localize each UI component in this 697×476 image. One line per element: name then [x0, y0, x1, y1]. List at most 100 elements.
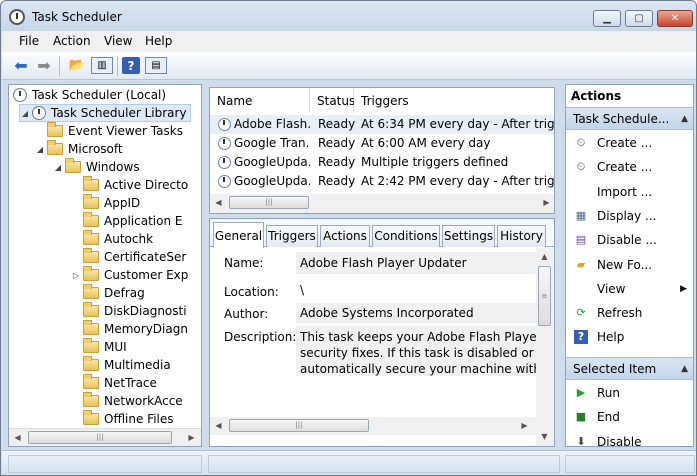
tab-triggers[interactable]: Triggers [266, 225, 318, 247]
tree-node-folder[interactable]: MemoryDiagn [71, 320, 188, 338]
task-list-horizontal-scrollbar[interactable]: ◀ ||| ▶ [210, 194, 554, 213]
scroll-left-icon[interactable]: ◀ [210, 417, 227, 434]
run-icon: ▶ [576, 386, 586, 399]
show-hide-action-pane-icon[interactable]: ▤ [145, 57, 167, 74]
collapse-icon[interactable]: ▲ [681, 358, 688, 381]
action-item[interactable]: Import ... [566, 181, 693, 203]
tree-node-folder[interactable]: Multimedia [71, 356, 171, 374]
action-item[interactable]: View ▶ [566, 278, 693, 300]
action-item[interactable]: ■ End [566, 406, 693, 428]
tree-node-folder[interactable]: NetTrace [71, 374, 157, 392]
folder-icon [83, 194, 99, 209]
menu-action[interactable]: Action [53, 34, 91, 48]
action-item[interactable]: ▦ Display ... [566, 205, 693, 227]
tree-node-folder[interactable]: Offline Files [71, 410, 174, 428]
tab-general[interactable]: General [213, 222, 264, 248]
task-row[interactable]: Google Tran... Ready At 6:00 AM every day [210, 134, 554, 153]
scroll-up-icon[interactable]: ▲ [536, 248, 553, 265]
actions-section-selected-item[interactable]: Selected Item ▲ [566, 357, 693, 381]
action-label: Disable [597, 434, 642, 447]
scroll-down-icon[interactable]: ▼ [536, 428, 553, 445]
scroll-right-icon[interactable]: ▶ [183, 429, 200, 446]
description-field[interactable]: This task keeps your Adobe Flash Player … [296, 326, 536, 376]
menu-file[interactable]: File [19, 34, 39, 48]
author-field[interactable]: Adobe Systems Incorporated [296, 303, 536, 323]
tree-node-folder[interactable]: AppID [71, 194, 140, 212]
tree-horizontal-scrollbar[interactable]: ◀ ||| ▶ [9, 428, 201, 446]
actions-section-task-scheduler[interactable]: Task Schedule... ▲ [566, 107, 693, 131]
action-item[interactable]: ▤ Disable ... [566, 229, 693, 251]
scroll-thumb[interactable]: ||| [229, 196, 309, 209]
close-button[interactable]: ✕ [657, 10, 693, 27]
task-row[interactable]: GoogleUpda... Ready At 2:42 PM every day -… [210, 172, 554, 191]
tree-node-folder[interactable]: ◢ Microsoft [35, 140, 123, 158]
help-icon[interactable]: ? [122, 57, 140, 74]
tree-node-folder[interactable]: ◢ Windows [53, 158, 140, 176]
action-item[interactable]: ▰ New Fo... [566, 254, 693, 276]
task-row[interactable]: Adobe Flash... Ready At 6:34 PM every day … [210, 115, 554, 134]
expand-arrow-icon[interactable]: ◢ [53, 163, 63, 172]
tree-node-folder[interactable]: Event Viewer Tasks [35, 122, 183, 140]
action-item[interactable]: ⏲ Create ... [566, 132, 693, 154]
scroll-left-icon[interactable]: ◀ [210, 194, 227, 211]
status-segment [565, 455, 695, 473]
collapse-icon[interactable]: ▲ [681, 108, 688, 131]
tree-node-folder[interactable]: MUI [71, 338, 127, 356]
action-item[interactable]: ▶ Run [566, 382, 693, 404]
tree-node-folder[interactable]: Active Directo [71, 176, 188, 194]
tree-node-folder[interactable]: Application E [71, 212, 182, 230]
task-clock-icon [218, 118, 231, 131]
tab-strip: General Triggers Actions Conditions Sett… [210, 219, 554, 248]
action-item[interactable]: ⟳ Refresh [566, 302, 693, 324]
show-hide-console-tree-icon[interactable]: ▥ [91, 57, 113, 74]
detail-horizontal-scrollbar[interactable]: ◀ ||| ▶ [210, 417, 536, 435]
menu-help[interactable]: Help [145, 34, 172, 48]
action-item[interactable]: ? Help [566, 326, 693, 348]
action-item[interactable]: ⏲ Create ... [566, 156, 693, 178]
maximize-button[interactable]: ▢ [625, 10, 653, 27]
expand-arrow-icon[interactable]: ◢ [35, 145, 45, 154]
tree-node-folder[interactable]: DiskDiagnosti [71, 302, 187, 320]
tree-node-label: Offline Files [104, 412, 174, 426]
detail-vertical-scrollbar[interactable]: ▲ ≡ ▼ [536, 248, 554, 446]
expand-arrow-icon[interactable]: ◢ [20, 109, 30, 118]
name-field[interactable]: Adobe Flash Player Updater [296, 252, 536, 274]
tree-node-folder[interactable]: CertificateSer [71, 248, 186, 266]
action-item[interactable]: ⬇ Disable [566, 431, 693, 447]
toolbar-separator [59, 56, 60, 76]
scroll-right-icon[interactable]: ▶ [538, 194, 554, 211]
tab-conditions[interactable]: Conditions [372, 225, 440, 247]
tree-node-folder[interactable]: NetworkAcce [71, 392, 183, 410]
tab-actions[interactable]: Actions [320, 225, 370, 247]
action-label: Import ... [597, 184, 653, 199]
minimize-button[interactable]: ▁ [593, 10, 621, 27]
folder-icon [47, 122, 63, 137]
tree-node-label: Event Viewer Tasks [68, 124, 183, 138]
up-folder-icon[interactable]: 📂 [68, 57, 86, 74]
back-arrow-icon[interactable]: ⬅ [12, 56, 30, 75]
actions-title: Actions [566, 85, 693, 108]
tab-settings[interactable]: Settings [442, 225, 495, 247]
new-folder-icon: ▰ [576, 257, 586, 271]
scroll-right-icon[interactable]: ▶ [516, 417, 533, 434]
tree-node-folder[interactable]: ▷ Customer Exp [71, 266, 188, 284]
tree-node-folder[interactable]: Autochk [71, 230, 153, 248]
location-field[interactable]: \ [296, 281, 536, 299]
tree-node-root[interactable]: Task Scheduler (Local) [13, 86, 166, 104]
scroll-thumb[interactable]: ||| [28, 431, 172, 444]
scroll-thumb[interactable]: ||| [229, 419, 369, 432]
scroll-thumb[interactable]: ≡ [538, 266, 551, 326]
task-row[interactable]: GoogleUpda... Ready Multiple triggers defi… [210, 153, 554, 172]
column-header-status[interactable]: Status [310, 88, 355, 113]
submenu-arrow-icon: ▶ [680, 283, 687, 294]
column-header-triggers[interactable]: Triggers [354, 88, 554, 113]
action-label: Run [597, 386, 621, 400]
expand-arrow-icon[interactable]: ▷ [71, 271, 81, 280]
menu-view[interactable]: View [104, 34, 132, 48]
tree-node-library[interactable]: ◢ Task Scheduler Library [19, 104, 191, 122]
tree-node-folder[interactable]: Defrag [71, 284, 145, 302]
scroll-left-icon[interactable]: ◀ [9, 429, 26, 446]
tab-history[interactable]: History [497, 225, 546, 247]
column-header-name[interactable]: Name [210, 88, 310, 113]
forward-arrow-icon[interactable]: ➡ [35, 56, 53, 75]
